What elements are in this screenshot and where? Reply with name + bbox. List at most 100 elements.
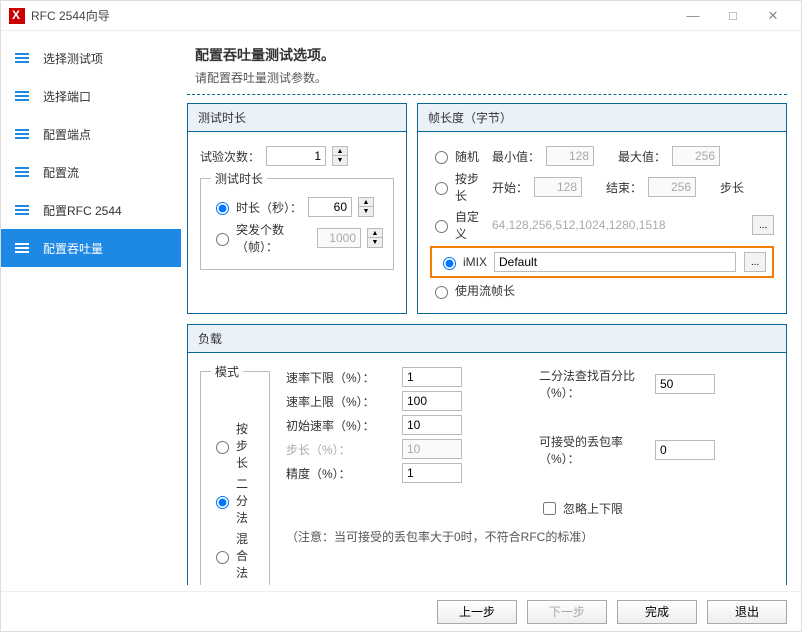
menu-icon [15,53,29,63]
spin-down-icon[interactable]: ▼ [333,156,347,165]
frame-imix-row: iMIX ... [430,246,774,278]
load-mode-binary-radio[interactable]: 二分法 [211,475,259,526]
frame-flowlen-radio[interactable]: 使用流帧长 [430,282,515,299]
frame-random-label: 随机 [455,148,479,165]
menu-icon [15,167,29,177]
bsearch-input[interactable] [655,374,715,394]
frame-custom-more-button[interactable]: ... [752,215,774,235]
duration-time-radio[interactable]: 时长（秒）： [211,199,302,216]
close-button[interactable]: ✕ [753,8,793,24]
load-mode-binary-label: 二分法 [236,475,259,526]
sidebar-item-rfc2544[interactable]: 配置RFC 2544 [1,191,181,229]
minimize-button[interactable]: — [673,8,713,23]
sidebar-item-label: 选择端口 [43,88,91,105]
menu-icon [15,129,29,139]
content: 测试时长 试验次数： ▲▼ 测试时长 时长（秒）： [187,95,787,585]
maximize-button[interactable]: □ [713,8,753,23]
panel-duration-body: 试验次数： ▲▼ 测试时长 时长（秒）： ▲▼ [188,132,406,280]
frame-start-input [534,177,582,197]
prev-button[interactable]: 上一步 [437,600,517,624]
panel-load-body: 模式 按步长 二分法 混合法 速率下限（%）： 速率上限（%）： [188,353,786,585]
footer: 上一步 下一步 完成 退出 [1,591,801,631]
sidebar-item-label: 配置流 [43,164,79,181]
sidebar-item-tests[interactable]: 选择测试项 [1,39,181,77]
load-mode-step-label: 按步长 [236,420,259,471]
frame-custom-value: 64,128,256,512,1024,1280,1518 [492,218,746,232]
sidebar-item-ports[interactable]: 选择端口 [1,77,181,115]
duration-fieldset: 测试时长 时长（秒）： ▲▼ 突发个数（帧）： ▲▼ [200,170,394,270]
spin-up-icon[interactable]: ▲ [359,198,373,207]
panel-duration-title: 测试时长 [188,104,406,132]
loss-input[interactable] [655,440,715,460]
sidebar-item-throughput[interactable]: 配置吞吐量 [1,229,181,267]
duration-time-input[interactable] [308,197,352,217]
frame-end-input [648,177,696,197]
next-button: 下一步 [527,600,607,624]
page-title: 配置吞吐量测试选项。 [195,45,787,65]
precision-input[interactable] [402,463,462,483]
window-title: RFC 2544向导 [31,7,673,24]
wizard-window: RFC 2544向导 — □ ✕ 选择测试项 选择端口 配置端点 配置流 配置R… [0,0,802,632]
duration-burst-row: 突发个数（帧）： ▲▼ [211,221,383,255]
frame-imix-label: iMIX [463,255,487,269]
load-left-col: 速率下限（%）： 速率上限（%）： 初始速率（%）： 步长（%）： 精度（%）： [286,363,521,487]
load-mode-legend: 模式 [211,363,243,380]
sidebar-item-endpoints[interactable]: 配置端点 [1,115,181,153]
rate-init-label: 初始速率（%）： [286,417,396,434]
frame-random-radio[interactable]: 随机 [430,148,486,165]
load-params: 速率下限（%）： 速率上限（%）： 初始速率（%）： 步长（%）： 精度（%）：… [286,363,774,585]
finish-button[interactable]: 完成 [617,600,697,624]
menu-icon [15,91,29,101]
rate-step-label: 步长（%）： [286,441,396,458]
frame-max-input [672,146,720,166]
precision-label: 精度（%）： [286,465,396,482]
spin-up-icon[interactable]: ▲ [333,147,347,156]
frame-imix-radio[interactable]: iMIX [438,254,486,270]
frame-imix-more-button[interactable]: ... [744,252,766,272]
rate-init-input[interactable] [402,415,462,435]
load-mode-mixed-radio[interactable]: 混合法 [211,530,259,581]
frame-start-label: 开始： [492,179,528,196]
trial-count-spinner[interactable]: ▲▼ [332,146,348,166]
load-mode-mixed-label: 混合法 [236,530,259,581]
frame-custom-row: 自定义 64,128,256,512,1024,1280,1518 ... [430,208,774,242]
load-mode-step-radio[interactable]: 按步长 [211,420,259,471]
rate-step-input [402,439,462,459]
frame-custom-radio[interactable]: 自定义 [430,208,486,242]
duration-legend: 测试时长 [211,170,267,187]
rate-upper-label: 速率上限（%）： [286,393,396,410]
frame-imix-input[interactable] [494,252,736,272]
frame-flowlen-row: 使用流帧长 [430,282,774,299]
frame-step-radio[interactable]: 按步长 [430,170,486,204]
ignore-limits-label: 忽略上下限 [563,500,623,517]
spin-up-icon: ▲ [368,229,382,238]
duration-burst-spinner: ▲▼ [367,228,383,248]
trial-count-input[interactable] [266,146,326,166]
spin-down-icon: ▼ [368,238,382,247]
rate-lower-input[interactable] [402,367,462,387]
frame-flowlen-label: 使用流帧长 [455,282,515,299]
sidebar-item-flows[interactable]: 配置流 [1,153,181,191]
duration-burst-radio[interactable]: 突发个数（帧）： [211,221,311,255]
title-bar: RFC 2544向导 — □ ✕ [1,1,801,31]
rate-upper-input[interactable] [402,391,462,411]
duration-time-spinner[interactable]: ▲▼ [358,197,374,217]
frame-min-input [546,146,594,166]
load-mode-fieldset: 模式 按步长 二分法 混合法 [200,363,270,585]
exit-button[interactable]: 退出 [707,600,787,624]
menu-icon [15,243,29,253]
load-right-col: 二分法查找百分比（%）： 可接受的丢包率（%）： 忽略上下限 [539,363,774,522]
load-note: （注意：当可接受的丢包率大于0时，不符合RFC的标准） [286,528,774,545]
sidebar: 选择测试项 选择端口 配置端点 配置流 配置RFC 2544 配置吞吐量 [1,31,181,591]
panel-frame-length: 帧长度（字节） 随机 最小值： 最大值： 按步长 [417,103,787,314]
body: 选择测试项 选择端口 配置端点 配置流 配置RFC 2544 配置吞吐量 配置吞… [1,31,801,591]
rate-lower-label: 速率下限（%）： [286,369,396,386]
ignore-limits-checkbox[interactable]: 忽略上下限 [539,499,623,518]
trial-count-row: 试验次数： ▲▼ [200,146,394,166]
spin-down-icon[interactable]: ▼ [359,207,373,216]
menu-icon [15,205,29,215]
frame-max-label: 最大值： [618,148,666,165]
panel-frame-body: 随机 最小值： 最大值： 按步长 开始： [418,132,786,313]
frame-end-label: 结束： [606,179,642,196]
frame-step-label: 按步长 [455,170,486,204]
